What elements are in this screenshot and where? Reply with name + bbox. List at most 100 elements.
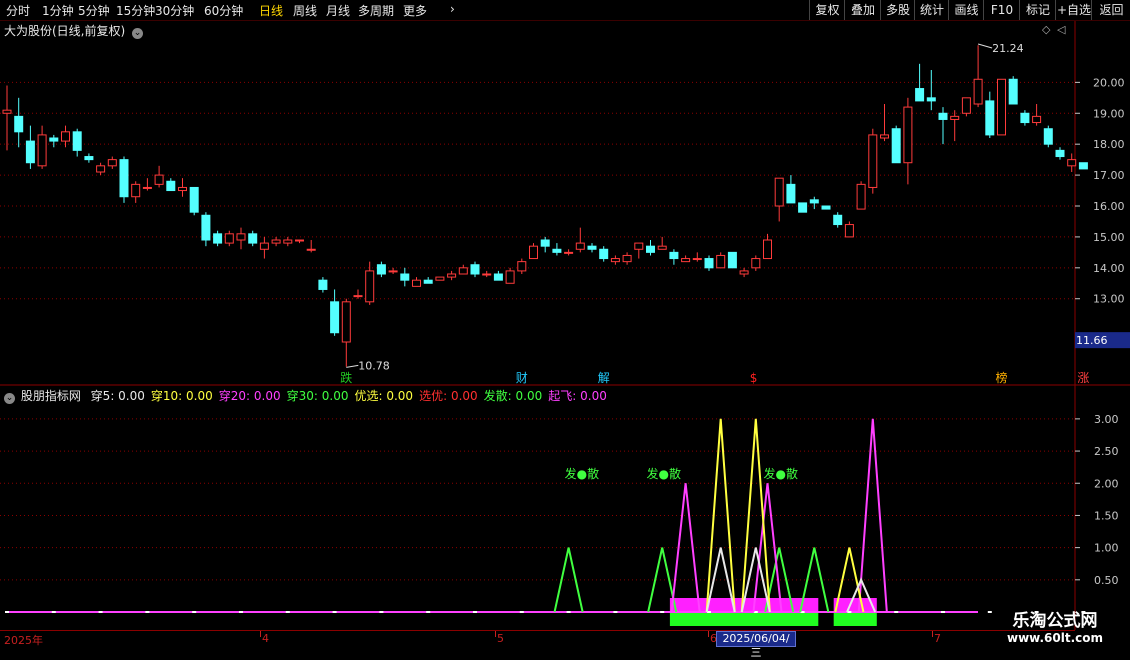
watermark-title: 乐淘公式网 (1012, 611, 1098, 631)
baseline-marker (519, 611, 524, 613)
toolbar-button-5[interactable]: F10 (983, 0, 1020, 20)
period-tab-6[interactable]: 日线 (259, 2, 283, 19)
candle-body (353, 295, 363, 298)
price-tick-label: 20.00 (1093, 76, 1125, 89)
candle-body (599, 248, 609, 260)
event-marker[interactable]: 涨 (1077, 370, 1089, 385)
period-tab-2[interactable]: 5分钟 (78, 2, 110, 19)
period-tab-0[interactable]: 分时 (6, 2, 30, 19)
date-tick-mark (260, 631, 261, 637)
candle-body (903, 106, 913, 164)
period-tab-4[interactable]: 30分钟 (155, 2, 194, 19)
period-tab-10[interactable]: 更多 (403, 2, 427, 19)
candle (1043, 125, 1053, 148)
period-tab-8[interactable]: 月线 (326, 2, 350, 19)
candle (1055, 147, 1065, 160)
candle (154, 165, 164, 188)
price-tick-label: 13.00 (1093, 293, 1125, 306)
baseline-marker (51, 611, 56, 613)
candle (72, 128, 82, 157)
period-tab-9[interactable]: 多周期 (358, 2, 394, 19)
candle-body (189, 186, 199, 213)
event-marker[interactable]: 跌 (340, 370, 352, 385)
period-tab-7[interactable]: 周线 (293, 2, 317, 19)
high-pointer (977, 43, 993, 49)
indicator-tick-label: 0.50 (1094, 574, 1119, 587)
candle-body (470, 264, 480, 275)
high-price-label: 21.24 (992, 42, 1024, 55)
toolbar-button-0[interactable]: 复权 (809, 0, 845, 20)
candle (107, 156, 117, 169)
date-tick-mark (495, 631, 496, 637)
candle (634, 242, 644, 259)
candle (926, 70, 936, 111)
candle-body (435, 276, 445, 281)
candle-body (1020, 112, 1030, 124)
candlestick-chart: 20.00 19.00 18.00 17.00 16.00 15.00 14.00 13.00… (0, 21, 1130, 386)
candle (201, 212, 211, 247)
price-tick-label: 17.00 (1093, 169, 1125, 182)
candle (786, 175, 796, 204)
toolbar-button-3[interactable]: 统计 (914, 0, 949, 20)
toolbar-button-6[interactable]: 标记 (1019, 0, 1056, 20)
candle-body (447, 273, 457, 278)
event-marker[interactable]: $ (750, 371, 758, 385)
baseline-marker (473, 611, 477, 613)
candle-body (259, 242, 269, 250)
candle (938, 107, 948, 145)
candle-body (692, 258, 702, 261)
candle (224, 230, 234, 247)
baseline-marker (566, 611, 571, 613)
toolbar-button-1[interactable]: 叠加 (844, 0, 881, 20)
indicator-chart: 3.00 2.50 2.00 1.50 1.00 0.50 发●散 发●散 发●散 (0, 386, 1119, 630)
candle (821, 205, 831, 210)
baseline-marker (145, 611, 150, 613)
candle-body (318, 279, 328, 290)
candle (271, 236, 281, 247)
candle-body (669, 251, 679, 260)
toolbar-button-8[interactable]: 返回 (1091, 0, 1130, 20)
candle-body (763, 239, 772, 260)
candle (470, 261, 480, 278)
candle-body (14, 115, 24, 133)
candle (423, 277, 433, 284)
candle-body (681, 258, 691, 263)
price-tick-label: 19.00 (1093, 107, 1125, 120)
period-tab-5[interactable]: 60分钟 (204, 2, 243, 19)
candle (131, 181, 141, 203)
candle-body (646, 245, 655, 253)
event-marker[interactable]: 解 (598, 371, 610, 385)
candle (330, 289, 340, 336)
candle-body (973, 78, 983, 105)
price-chart-pane[interactable]: 大为股份(日线,前复权) ⌄ ◇ ◁ 20.00 19.00 18.00 17.00 1… (0, 21, 1130, 386)
candle (610, 255, 620, 265)
toolbar-button-4[interactable]: 画线 (948, 0, 984, 20)
candle (517, 258, 527, 274)
baseline-marker (613, 611, 618, 613)
candle-body (1008, 78, 1018, 105)
event-marker[interactable]: 财 (516, 371, 528, 385)
baseline-marker (192, 611, 197, 613)
period-tab-3[interactable]: 15分钟 (116, 2, 155, 19)
event-marker[interactable]: 榜 (996, 370, 1008, 385)
candle (49, 134, 59, 148)
candle (622, 252, 632, 265)
candle (236, 227, 246, 250)
chevron-right-icon[interactable]: › (450, 2, 455, 16)
indicator-pane[interactable]: ⌄ 股朋指标网 穿5: 0.00 穿10: 0.00 穿20: 0.00 穿30: 0… (0, 386, 1130, 630)
toolbar-button-7[interactable]: +自选 (1055, 0, 1092, 20)
candle-body (997, 78, 1006, 136)
candle-body (295, 239, 304, 242)
candle (774, 177, 784, 222)
date-tick-label: 7 (934, 632, 941, 645)
candle-body (412, 279, 421, 287)
period-tab-1[interactable]: 1分钟 (42, 2, 74, 19)
toolbar-button-2[interactable]: 多股 (880, 0, 915, 20)
candle (891, 125, 901, 164)
candle-body (365, 270, 375, 303)
baseline-marker (660, 611, 665, 613)
candle-body (306, 248, 316, 251)
candle-body (107, 159, 117, 167)
candle-body (166, 180, 176, 192)
candle-body (178, 186, 187, 192)
